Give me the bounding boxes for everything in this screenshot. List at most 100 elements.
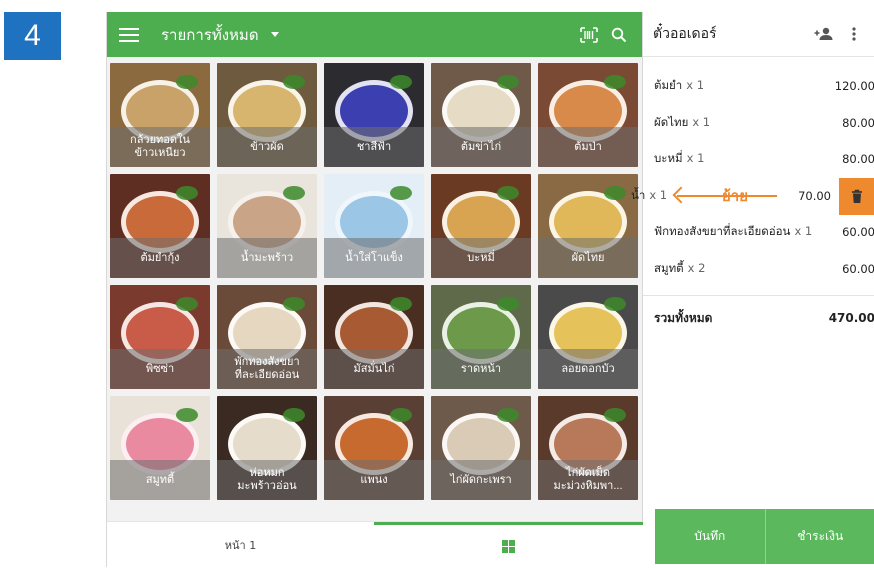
product-tile[interactable]: ต้มข่าไก่ bbox=[431, 63, 531, 167]
pay-button[interactable]: ชำระเงิน bbox=[765, 509, 874, 564]
product-tile[interactable]: ไก่ผัดเม็ด มะม่วงหิมพา... bbox=[538, 396, 638, 500]
order-items-list: ต้มยำ x 1 120.00 ผัดไทยx 1 80.00 บะหมี่ x … bbox=[643, 68, 874, 334]
product-tile[interactable]: ผัดไทย bbox=[538, 174, 638, 278]
product-image-garnish bbox=[283, 297, 305, 311]
product-tile[interactable]: น้ำมะพร้าว bbox=[217, 174, 317, 278]
order-actions: บันทึก ชำระเงิน bbox=[655, 509, 874, 564]
product-name: ราดหน้า bbox=[431, 349, 531, 389]
divider bbox=[643, 295, 874, 296]
product-image-garnish bbox=[283, 186, 305, 200]
product-tile[interactable]: ไก่ผัดกะเพรา bbox=[431, 396, 531, 500]
order-item-row[interactable]: บะหมี่ x 1 80.00 bbox=[643, 141, 874, 178]
product-name: ไก่ผัดกะเพรา bbox=[431, 460, 531, 500]
order-item-price: 70.00 bbox=[771, 189, 831, 203]
product-tile[interactable]: แพนง bbox=[324, 396, 424, 500]
product-name: กล้วยทอดใน ข้าวเหนียว bbox=[110, 127, 210, 167]
product-image-garnish bbox=[497, 408, 519, 422]
order-item-row[interactable]: ต้มยำ x 1 120.00 bbox=[643, 68, 874, 105]
product-tile[interactable]: ต้มยำกุ้ง bbox=[110, 174, 210, 278]
product-tile[interactable]: ลอยดอกบัว bbox=[538, 285, 638, 389]
grid-view-icon bbox=[502, 540, 515, 553]
category-title[interactable]: รายการทั้งหมด bbox=[161, 23, 259, 47]
product-catalog: รายการทั้งหมด กล้วยทอดใน ข้าวเหนียวข้าวผ… bbox=[107, 12, 643, 567]
product-name: น้ำใส่โาแข็ง bbox=[324, 238, 424, 278]
page-indicator[interactable]: หน้า 1 bbox=[107, 522, 374, 568]
hamburger-menu-icon[interactable] bbox=[119, 28, 139, 42]
product-image-garnish bbox=[176, 186, 198, 200]
product-image-garnish bbox=[176, 297, 198, 311]
order-item-name: บะหมี่ bbox=[654, 151, 683, 165]
product-name: ไก่ผัดเม็ด มะม่วงหิมพา... bbox=[538, 460, 638, 500]
product-image-garnish bbox=[176, 408, 198, 422]
total-value: 470.00 bbox=[815, 311, 874, 325]
product-name: ห่อหมก มะพร้าวอ่อน bbox=[217, 460, 317, 500]
order-item-row[interactable]: ฟักทองสังขยาที่ละเอียดอ่อน x 1 60.00 bbox=[643, 214, 874, 251]
product-grid: กล้วยทอดใน ข้าวเหนียวข้าวผัดชาสีฟ้าต้มข่… bbox=[110, 63, 640, 500]
product-name: พักทองสังขยา ที่ละเอียดอ่อน bbox=[217, 349, 317, 389]
product-name: ชาสีฟ้า bbox=[324, 127, 424, 167]
swipe-hint-label: ย้าย bbox=[722, 184, 748, 208]
product-tile[interactable]: มัสมั่นไก่ bbox=[324, 285, 424, 389]
product-name: พิซซ่า bbox=[110, 349, 210, 389]
product-image-garnish bbox=[283, 75, 305, 89]
step-number-badge: 4 bbox=[4, 12, 61, 60]
order-item-price: 80.00 bbox=[815, 116, 874, 130]
order-item-qty: x 1 bbox=[687, 151, 705, 165]
chevron-down-icon[interactable] bbox=[271, 32, 279, 37]
product-image-garnish bbox=[604, 75, 626, 89]
search-icon[interactable] bbox=[608, 24, 630, 46]
product-name: ต้มข่าไก่ bbox=[431, 127, 531, 167]
order-item-qty: x 1 bbox=[686, 78, 704, 92]
product-image-garnish bbox=[390, 297, 412, 311]
product-image-garnish bbox=[604, 408, 626, 422]
product-tile[interactable]: กล้วยทอดใน ข้าวเหนียว bbox=[110, 63, 210, 167]
product-tile[interactable]: น้ำใส่โาแข็ง bbox=[324, 174, 424, 278]
delete-item-button[interactable] bbox=[839, 178, 874, 215]
swipe-hint: ย้าย bbox=[677, 187, 783, 205]
order-item-row-swiped[interactable]: น้ำx 1 ย้าย 70.00 bbox=[643, 178, 874, 215]
product-image-garnish bbox=[390, 75, 412, 89]
product-name: สมูทตี้ bbox=[110, 460, 210, 500]
save-button[interactable]: บันทึก bbox=[655, 509, 765, 564]
order-item-price: 120.00 bbox=[815, 79, 874, 93]
order-item-row[interactable]: สมูทตี้x 2 60.00 bbox=[643, 251, 874, 288]
order-title: ตั๋วออเดอร์ bbox=[653, 23, 805, 45]
product-image-garnish bbox=[390, 186, 412, 200]
product-image-garnish bbox=[497, 297, 519, 311]
order-item-price: 80.00 bbox=[815, 152, 874, 166]
total-label: รวมทั้งหมด bbox=[654, 309, 815, 328]
product-tile[interactable]: พิซซ่า bbox=[110, 285, 210, 389]
product-tile[interactable]: ข้าวผัด bbox=[217, 63, 317, 167]
order-item-name: สมูทตี้ bbox=[654, 261, 684, 275]
order-ticket-panel: ตั๋วออเดอร์ ต้มยำ x 1 120.00 ผัดไทยx 1 80… bbox=[643, 12, 874, 567]
order-item-row[interactable]: ผัดไทยx 1 80.00 bbox=[643, 105, 874, 142]
grid-view-tab[interactable] bbox=[374, 522, 643, 568]
product-tile[interactable]: สมูทตี้ bbox=[110, 396, 210, 500]
product-image-garnish bbox=[604, 297, 626, 311]
product-tile[interactable]: พักทองสังขยา ที่ละเอียดอ่อน bbox=[217, 285, 317, 389]
product-image-garnish bbox=[283, 408, 305, 422]
product-name: ลอยดอกบัว bbox=[538, 349, 638, 389]
product-name: น้ำมะพร้าว bbox=[217, 238, 317, 278]
add-customer-icon[interactable] bbox=[813, 23, 835, 45]
order-item-price: 60.00 bbox=[815, 225, 874, 239]
order-item-qty: x 2 bbox=[688, 261, 706, 275]
order-item-name: ต้มยำ bbox=[654, 78, 682, 92]
catalog-bottom-bar: หน้า 1 bbox=[107, 521, 643, 567]
product-image-garnish bbox=[604, 186, 626, 200]
product-name: ข้าวผัด bbox=[217, 127, 317, 167]
product-image-garnish bbox=[497, 186, 519, 200]
product-tile[interactable]: ชาสีฟ้า bbox=[324, 63, 424, 167]
more-vert-icon[interactable] bbox=[843, 23, 865, 45]
order-item-name: ฟักทองสังขยาที่ละเอียดอ่อน bbox=[654, 224, 790, 238]
product-tile[interactable]: ราดหน้า bbox=[431, 285, 531, 389]
product-tile[interactable]: บะหมี่ bbox=[431, 174, 531, 278]
order-item-qty: x 1 bbox=[794, 224, 812, 238]
product-image-garnish bbox=[176, 75, 198, 89]
barcode-scan-icon[interactable] bbox=[578, 24, 600, 46]
product-tile[interactable]: ต้มป่า bbox=[538, 63, 638, 167]
product-name: บะหมี่ bbox=[431, 238, 531, 278]
order-item-qty: x 1 bbox=[692, 115, 710, 129]
product-tile[interactable]: ห่อหมก มะพร้าวอ่อน bbox=[217, 396, 317, 500]
pos-app: รายการทั้งหมด กล้วยทอดใน ข้าวเหนียวข้าวผ… bbox=[106, 12, 874, 567]
